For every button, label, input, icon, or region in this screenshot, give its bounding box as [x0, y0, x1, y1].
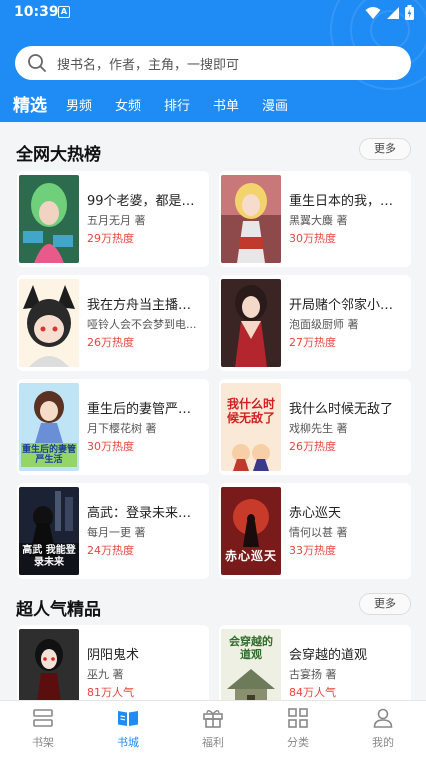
book-title: 阴阳鬼术: [87, 648, 140, 663]
gift-icon: [203, 710, 223, 728]
book-title: 赤心巡天: [289, 506, 342, 521]
book-card[interactable]: 重生后的妻管严生活 重生后的妻管严生... 月下樱花树 著 30万热度: [17, 379, 209, 475]
book-heat: 29万热度: [87, 232, 134, 245]
status-time: 10:39: [14, 4, 59, 20]
category-grid-icon: [288, 708, 308, 728]
book-heat: 84万人气: [289, 686, 336, 699]
book-title: 99个老婆，都是我...: [87, 194, 203, 209]
tab-featured[interactable]: 精选: [13, 91, 47, 116]
nav-category[interactable]: 分类: [268, 707, 328, 750]
book-heat: 26万热度: [289, 440, 336, 453]
book-author: 情何以甚 著: [289, 526, 348, 539]
book-card[interactable]: 高武 我能登录未来 高武：登录未来一... 每月一更 著 24万热度: [17, 483, 209, 579]
book-author: 泡面级厨师 著: [289, 318, 359, 331]
section-title: 全网大热榜: [16, 145, 101, 165]
more-button[interactable]: 更多: [359, 138, 411, 160]
book-cover: [221, 175, 281, 263]
category-tabs: 精选 男频 女频 排行 书单 漫画: [0, 88, 426, 120]
header: 10:39 A 搜书名，作者，主角，一搜即可 精选 男频 女频 排行 书单 漫画: [0, 0, 426, 122]
nav-profile[interactable]: 我的: [353, 707, 413, 750]
nav-label: 分类: [287, 736, 309, 749]
book-card[interactable]: 赤心巡天 赤心巡天 情何以甚 著 33万热度: [219, 483, 411, 579]
book-heat: 27万热度: [289, 336, 336, 349]
book-heat: 26万热度: [87, 336, 134, 349]
cover-title: 我什么时候无敌了: [226, 397, 275, 425]
signal-icon: [387, 6, 399, 19]
search-placeholder: 搜书名，作者，主角，一搜即可: [57, 57, 240, 73]
wifi-icon: [365, 6, 381, 19]
book-heat: 30万热度: [87, 440, 134, 453]
bookstore-icon: [118, 711, 138, 726]
book-card[interactable]: 我什么时候无敌了 我什么时候无敌了 戏柳先生 著 26万热度: [219, 379, 411, 475]
bookshelf-icon: [33, 709, 53, 727]
book-card[interactable]: 99个老婆，都是我... 五月无月 著 29万热度: [17, 171, 209, 267]
tab-ranking[interactable]: 排行: [164, 95, 190, 114]
tab-male[interactable]: 男频: [66, 95, 92, 114]
book-cover: 重生后的妻管严生活: [19, 383, 79, 471]
book-author: 古宴扬 著: [289, 668, 337, 681]
status-bar: 10:39 A: [0, 0, 426, 26]
book-author: 戏柳先生 著: [289, 422, 348, 435]
more-button[interactable]: 更多: [359, 593, 411, 615]
book-card[interactable]: 我在方舟当主播，... 哑铃人会不会梦到电... 26万热度: [17, 275, 209, 371]
nav-bookshelf[interactable]: 书架: [13, 707, 73, 750]
section-title: 超人气精品: [16, 600, 101, 620]
section-hot-ranking: 全网大热榜 更多: [0, 136, 426, 166]
notification-icon: A: [58, 6, 70, 18]
nav-benefits[interactable]: 福利: [183, 707, 243, 750]
book-cover: [19, 279, 79, 367]
book-title: 开局赌个邻家小姐...: [289, 298, 405, 313]
section-popular: 超人气精品 更多: [0, 591, 426, 621]
book-cover: [221, 279, 281, 367]
book-cover: 高武 我能登录未来: [19, 487, 79, 575]
book-title: 重生后的妻管严生...: [87, 402, 203, 417]
tab-booklist[interactable]: 书单: [213, 95, 239, 114]
cover-title: 赤心巡天: [224, 549, 277, 563]
book-title: 我什么时候无敌了: [289, 402, 394, 417]
book-card[interactable]: 重生日本的我，在... 黑翼大麋 著 30万热度: [219, 171, 411, 267]
nav-label: 福利: [202, 736, 224, 749]
search-icon: [28, 54, 46, 72]
book-title: 高武：登录未来一...: [87, 506, 203, 521]
book-author: 哑铃人会不会梦到电...: [87, 318, 197, 331]
book-heat: 24万热度: [87, 544, 134, 557]
book-author: 黑翼大麋 著: [289, 214, 348, 227]
tab-comics[interactable]: 漫画: [262, 95, 288, 114]
nav-bookstore[interactable]: 书城: [98, 707, 158, 750]
nav-label: 书架: [32, 736, 54, 749]
book-cover: 赤心巡天: [221, 487, 281, 575]
book-title: 重生日本的我，在...: [289, 194, 405, 209]
book-title: 会穿越的道观: [289, 648, 368, 663]
battery-icon: [405, 5, 414, 20]
cover-title: 高武 我能登录未来: [22, 545, 76, 568]
book-heat: 33万热度: [289, 544, 336, 557]
book-card[interactable]: 开局赌个邻家小姐... 泡面级厨师 著 27万热度: [219, 275, 411, 371]
book-heat: 81万人气: [87, 686, 134, 699]
book-author: 月下樱花树 著: [87, 422, 157, 435]
book-cover: [19, 175, 79, 263]
book-author: 五月无月 著: [87, 214, 146, 227]
book-cover: 我什么时候无敌了: [221, 383, 281, 471]
nav-label: 书城: [117, 736, 139, 749]
book-author: 每月一更 著: [87, 526, 146, 539]
book-title: 我在方舟当主播，...: [87, 298, 203, 313]
cover-title: 会穿越的道观: [229, 635, 273, 661]
cover-title: 重生后的妻管严生活: [22, 445, 77, 465]
tab-female[interactable]: 女频: [115, 95, 141, 114]
search-bar[interactable]: 搜书名，作者，主角，一搜即可: [15, 46, 411, 80]
book-author: 巫九 著: [87, 668, 124, 681]
person-icon: [373, 708, 393, 728]
nav-label: 我的: [372, 736, 394, 749]
book-heat: 30万热度: [289, 232, 336, 245]
bottom-nav: 书架 书城 福利 分类 我的: [0, 700, 426, 757]
